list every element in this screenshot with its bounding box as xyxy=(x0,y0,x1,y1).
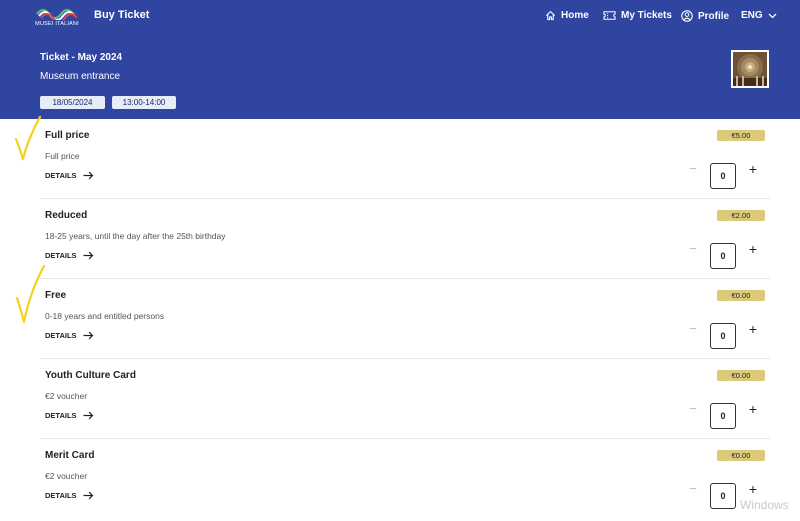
arrow-right-icon xyxy=(83,331,93,340)
ticket-row-reduced: Reduced 18-25 years, until the day after… xyxy=(40,199,770,279)
increase-quantity-button[interactable]: + xyxy=(746,482,760,496)
quantity-field[interactable]: 0 xyxy=(710,403,736,429)
arrow-right-icon xyxy=(83,171,93,180)
increase-quantity-button[interactable]: + xyxy=(746,242,760,256)
nav-my-tickets-label: My Tickets xyxy=(621,10,672,21)
app-title: Buy Ticket xyxy=(94,9,150,21)
price-badge: €2.00 xyxy=(717,210,765,221)
details-label: DETAILS xyxy=(45,491,77,500)
ticket-row-full-price: Full price Full price DETAILS €5.00 − 0 … xyxy=(40,119,770,199)
arrow-right-icon xyxy=(83,251,93,260)
time-chip: 13:00-14:00 xyxy=(112,96,176,109)
nav-my-tickets[interactable]: My Tickets xyxy=(603,10,672,21)
increase-quantity-button[interactable]: + xyxy=(746,402,760,416)
chevron-down-icon xyxy=(768,13,777,18)
museum-dome-image xyxy=(733,52,767,86)
increase-quantity-button[interactable]: + xyxy=(746,162,760,176)
price-badge: €0.00 xyxy=(717,370,765,381)
details-link[interactable]: DETAILS xyxy=(45,411,94,420)
quantity-field[interactable]: 0 xyxy=(710,243,736,269)
arrow-right-icon xyxy=(83,491,93,500)
logo-text: MUSEI ITALIANI xyxy=(35,21,79,27)
ticket-row-free: Free 0-18 years and entitled persons DET… xyxy=(40,279,770,359)
decrease-quantity-button[interactable]: − xyxy=(686,322,700,336)
details-label: DETAILS xyxy=(45,171,77,180)
logo-wave-icon xyxy=(36,9,78,20)
increase-quantity-button[interactable]: + xyxy=(746,322,760,336)
details-link[interactable]: DETAILS xyxy=(45,331,94,340)
checkmark-annotation-icon xyxy=(14,115,42,161)
decrease-quantity-button[interactable]: − xyxy=(686,402,700,416)
details-link[interactable]: DETAILS xyxy=(45,491,94,500)
arrow-right-icon xyxy=(83,411,93,420)
profile-icon xyxy=(681,10,693,22)
quantity-field[interactable]: 0 xyxy=(710,483,736,509)
details-label: DETAILS xyxy=(45,411,77,420)
nav-profile-label: Profile xyxy=(698,10,730,22)
details-label: DETAILS xyxy=(45,251,77,260)
nav-home[interactable]: Home xyxy=(545,10,589,21)
nav-profile[interactable]: Profile xyxy=(681,10,729,22)
ticket-type-name: Full price xyxy=(45,130,90,141)
ticket-type-description: 18-25 years, until the day after the 25t… xyxy=(45,231,226,241)
price-badge: €0.00 xyxy=(717,450,765,461)
quantity-field[interactable]: 0 xyxy=(710,323,736,349)
ticket-type-description: €2 voucher xyxy=(45,391,88,401)
details-label: DETAILS xyxy=(45,331,77,340)
decrease-quantity-button[interactable]: − xyxy=(686,162,700,176)
ticket-type-name: Merit Card xyxy=(45,450,95,461)
details-link[interactable]: DETAILS xyxy=(45,251,94,260)
os-activation-watermark: Windows xyxy=(740,498,789,512)
musei-italiani-logo[interactable]: MUSEI ITALIANI xyxy=(33,4,81,30)
nav-home-label: Home xyxy=(561,10,589,21)
ticket-subtitle: Museum entrance xyxy=(40,71,121,82)
quantity-field[interactable]: 0 xyxy=(710,163,736,189)
ticket-type-description: 0-18 years and entitled persons xyxy=(45,311,165,321)
date-chip: 18/05/2024 xyxy=(40,96,105,109)
price-badge: €0.00 xyxy=(717,290,765,301)
details-link[interactable]: DETAILS xyxy=(45,171,94,180)
decrease-quantity-button[interactable]: − xyxy=(686,482,700,496)
decrease-quantity-button[interactable]: − xyxy=(686,242,700,256)
top-bar: MUSEI ITALIANI Buy Ticket Home My Ticket… xyxy=(0,0,800,34)
ticket-type-name: Free xyxy=(45,290,67,301)
ticket-row-merit-card: Merit Card €2 voucher DETAILS €0.00 − 0 … xyxy=(40,439,770,519)
museum-thumbnail xyxy=(731,50,769,88)
ticket-row-youth-culture-card: Youth Culture Card €2 voucher DETAILS €0… xyxy=(40,359,770,439)
ticket-type-description: Full price xyxy=(45,151,80,161)
ticket-type-name: Youth Culture Card xyxy=(45,370,136,381)
ticket-title: Ticket - May 2024 xyxy=(40,52,123,63)
language-label: ENG xyxy=(741,10,763,21)
home-icon xyxy=(545,11,556,21)
price-badge: €5.00 xyxy=(717,130,765,141)
ticket-type-description: €2 voucher xyxy=(45,471,88,481)
ticket-icon xyxy=(603,11,616,20)
language-selector[interactable]: ENG xyxy=(741,10,777,21)
ticket-type-name: Reduced xyxy=(45,210,88,221)
checkmark-annotation-icon xyxy=(15,264,46,324)
header: MUSEI ITALIANI Buy Ticket Home My Ticket… xyxy=(0,0,800,119)
